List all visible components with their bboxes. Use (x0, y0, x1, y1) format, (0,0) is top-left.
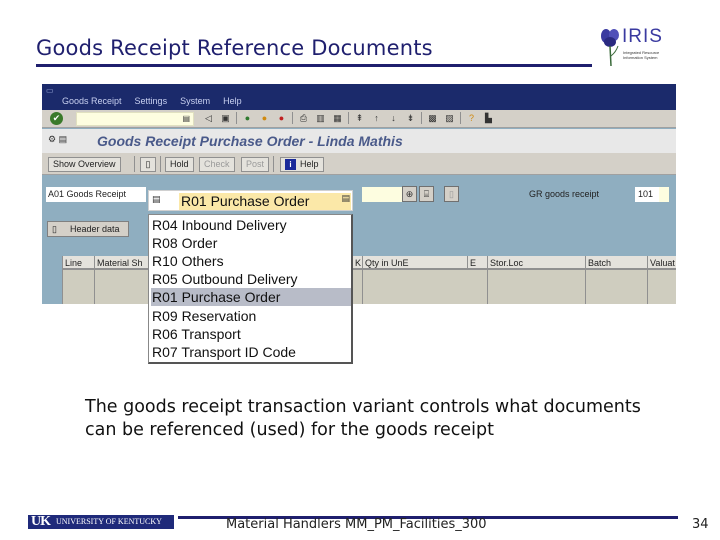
page-number: 34 (692, 517, 709, 532)
title-divider (36, 64, 592, 67)
table-grid-line (487, 270, 488, 304)
post-button[interactable]: Post (241, 157, 270, 172)
exit-icon[interactable]: ● (258, 111, 271, 125)
first-page-icon[interactable]: ⇞ (353, 111, 366, 125)
reference-number-input[interactable] (362, 187, 402, 202)
option-item[interactable]: R05 Outbound Delivery (151, 270, 351, 288)
new-document-icon[interactable]: ▯ (140, 157, 156, 172)
toolbar-separator (160, 156, 161, 172)
option-item[interactable]: R06 Transport (151, 325, 351, 343)
cancel-icon[interactable]: ● (275, 111, 288, 125)
hold-button[interactable]: Hold (165, 157, 194, 172)
enter-check-icon[interactable]: ✔ (50, 112, 63, 125)
layout-menu-icon[interactable]: ▙ (482, 111, 495, 125)
header-data-button[interactable]: ▯ Header data (47, 221, 129, 237)
screen-menu-icon[interactable]: ⚙ ▤ (48, 134, 70, 147)
info-icon: i (285, 159, 296, 170)
column-batch[interactable]: Batch (585, 256, 647, 270)
iris-flower-icon (601, 29, 619, 67)
back-arrow-icon[interactable]: ◁ (202, 111, 215, 125)
back-icon[interactable]: ● (241, 111, 254, 125)
new-session-icon[interactable]: ▩ (426, 111, 439, 125)
body-text: The goods receipt transaction variant co… (85, 397, 641, 440)
iris-logo: IRIS Integrated Resource Information Sys… (598, 26, 668, 70)
dropdown-arrow-icon[interactable]: ▤ (341, 194, 350, 204)
column-stor-loc[interactable]: Stor.Loc (487, 256, 585, 270)
option-item[interactable]: R10 Others (151, 252, 351, 270)
university-name: UNIVERSITY OF KENTUCKY (56, 517, 162, 526)
option-item[interactable]: R07 Transport ID Code (151, 343, 351, 361)
menu-help[interactable]: Help (223, 96, 242, 106)
dropdown-icon[interactable]: ▤ (182, 114, 190, 123)
execute-icon[interactable]: ⊕ (402, 186, 417, 202)
previous-page-icon[interactable]: ↑ (370, 111, 383, 125)
university-logo: UK UNIVERSITY OF KENTUCKY (28, 514, 174, 529)
menu-system[interactable]: System (180, 96, 210, 106)
menu-settings[interactable]: Settings (135, 96, 168, 106)
next-page-icon[interactable]: ↓ (387, 111, 400, 125)
help-button-label: Help (300, 159, 319, 169)
header-data-label: Header data (70, 224, 120, 234)
help-button[interactable]: i Help (280, 157, 324, 172)
table-grid-line (647, 270, 648, 304)
slide-title: Goods Receipt Reference Documents (36, 36, 433, 60)
uk-mark: UK (31, 514, 51, 529)
selection-icon: ▤ (152, 195, 161, 205)
find-next-icon[interactable]: ▦ (331, 111, 344, 125)
reference-document-options: R04 Inbound Delivery R08 Order R10 Other… (148, 214, 353, 364)
save-icon[interactable]: ▣ (219, 111, 232, 125)
column-qty[interactable]: Qty in UnE (362, 256, 467, 270)
footer-course: Material Handlers MM_PM_Facilities_300 (226, 517, 487, 532)
iris-subtitle: Integrated Resource Information System (623, 50, 659, 60)
reference-document-value: R01 Purchase Order (179, 193, 351, 210)
toolbar-separator (348, 112, 349, 124)
toolbar-separator (134, 156, 135, 172)
help-icon[interactable]: ? (465, 111, 478, 125)
sap-window: ▭ Goods Receipt Settings System Help ✔ ▤… (42, 84, 676, 304)
column-k[interactable]: K (352, 256, 362, 270)
find-icon[interactable]: ▥ (314, 111, 327, 125)
movement-type-label: GR goods receipt (529, 189, 600, 199)
iris-subtitle-line2: Information System (623, 55, 658, 60)
search-help-icon[interactable]: ⌸ (419, 186, 434, 202)
table-grid-line (62, 270, 63, 304)
application-toolbar: Show Overview ▯ Hold Check Post i Help (42, 153, 676, 175)
toolbar-separator (460, 112, 461, 124)
menu-bar: ▭ Goods Receipt Settings System Help (42, 84, 676, 110)
column-valuation[interactable]: Valuat (647, 256, 676, 270)
transaction-select[interactable]: A01 Goods Receipt (46, 187, 146, 202)
option-item[interactable]: R09 Reservation (151, 307, 351, 325)
table-grid-line (585, 270, 586, 304)
window-icon[interactable]: ▭ (46, 86, 54, 95)
print-icon[interactable]: ⎙ (297, 111, 310, 125)
toolbar-separator (273, 156, 274, 172)
command-field[interactable]: ▤ (76, 112, 194, 126)
last-page-icon[interactable]: ⇟ (404, 111, 417, 125)
screen-title-bar: ⚙ ▤ Goods Receipt Purchase Order - Linda… (42, 129, 676, 153)
check-button[interactable]: Check (199, 157, 235, 172)
header-data-icon: ▯ (52, 224, 57, 234)
toolbar-separator (292, 112, 293, 124)
iris-wordmark: IRIS (622, 26, 663, 47)
column-e[interactable]: E (467, 256, 487, 270)
movement-type-input-ext (659, 187, 669, 202)
option-item-highlighted[interactable]: R01 Purchase Order (151, 288, 351, 306)
menu-goods-receipt[interactable]: Goods Receipt (62, 96, 122, 106)
shortcut-icon[interactable]: ▨ (443, 111, 456, 125)
reference-document-select[interactable]: ▤ R01 Purchase Order ▤ (148, 190, 353, 211)
column-material[interactable]: Material Sh (94, 256, 149, 270)
show-overview-button[interactable]: Show Overview (48, 157, 121, 172)
details-icon[interactable]: ▯ (444, 186, 459, 202)
table-grid-line (94, 270, 95, 304)
toolbar-separator (236, 112, 237, 124)
toolbar-separator (421, 112, 422, 124)
movement-type-input[interactable]: 101 (635, 187, 659, 202)
screen-title: Goods Receipt Purchase Order - Linda Mat… (97, 133, 403, 149)
column-line[interactable]: Line (62, 256, 94, 270)
option-item[interactable]: R04 Inbound Delivery (151, 216, 351, 234)
option-item[interactable]: R08 Order (151, 234, 351, 252)
standard-toolbar: ✔ ▤ ◁ ▣ ● ● ● ⎙ ▥ ▦ ⇞ ↑ ↓ ⇟ ▩ ▨ ? ▙ (42, 110, 676, 128)
table-grid-line (362, 270, 363, 304)
